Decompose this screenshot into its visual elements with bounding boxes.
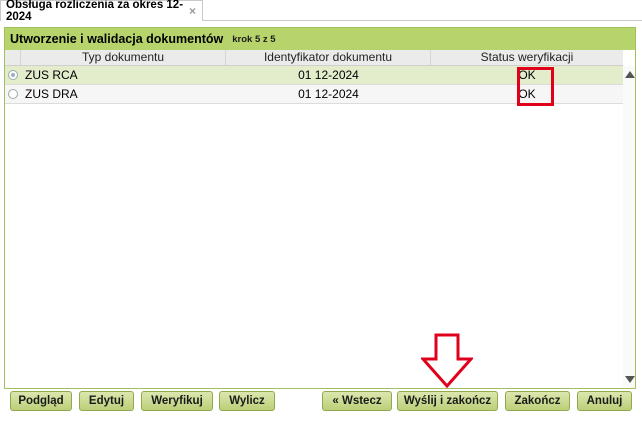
tab-title: Obsługa rozliczenia za okres 12-2024 xyxy=(6,0,184,23)
row-radio[interactable] xyxy=(8,89,18,99)
grid-header: Typ dokumentu Identyfikator dokumentu St… xyxy=(5,50,623,66)
close-icon[interactable]: × xyxy=(189,4,196,18)
tab-bar: Obsługa rozliczenia za okres 12-2024 × xyxy=(0,0,642,23)
edit-button[interactable]: Edytuj xyxy=(79,391,134,411)
column-header-id[interactable]: Identyfikator dokumentu xyxy=(226,50,431,65)
row-radio[interactable] xyxy=(8,70,18,80)
column-header-status[interactable]: Status weryfikacji xyxy=(431,50,623,65)
panel-header: Utworzenie i walidacja dokumentów krok 5… xyxy=(5,28,635,50)
down-arrow-annotation-icon xyxy=(421,333,473,389)
documents-panel: Utworzenie i walidacja dokumentów krok 5… xyxy=(4,27,636,389)
tab-divider xyxy=(203,20,642,21)
send-and-finish-button[interactable]: Wyślij i zakończ xyxy=(397,391,498,411)
scroll-down-icon[interactable] xyxy=(625,376,635,383)
tab-settlement[interactable]: Obsługa rozliczenia za okres 12-2024 × xyxy=(0,0,203,23)
scroll-up-icon[interactable] xyxy=(625,71,635,78)
step-indicator: krok 5 z 5 xyxy=(232,33,276,45)
calculate-button[interactable]: Wylicz xyxy=(219,391,275,411)
back-button[interactable]: « Wstecz xyxy=(322,391,392,411)
row-type: ZUS RCA xyxy=(25,68,78,82)
select-column-header xyxy=(5,50,21,65)
panel-title: Utworzenie i walidacja dokumentów xyxy=(10,32,224,46)
verify-button[interactable]: Weryfikuj xyxy=(141,391,213,411)
finish-button[interactable]: Zakończ xyxy=(505,391,570,411)
row-type: ZUS DRA xyxy=(25,87,78,101)
cancel-button[interactable]: Anuluj xyxy=(577,391,632,411)
column-header-type[interactable]: Typ dokumentu xyxy=(21,50,226,65)
vertical-scrollbar[interactable] xyxy=(623,66,635,388)
row-id: 01 12-2024 xyxy=(298,68,359,82)
preview-button[interactable]: Podgląd xyxy=(10,391,72,411)
row-id: 01 12-2024 xyxy=(298,87,359,101)
status-highlight-box xyxy=(517,67,554,106)
documents-grid: Typ dokumentu Identyfikator dokumentu St… xyxy=(5,50,635,388)
